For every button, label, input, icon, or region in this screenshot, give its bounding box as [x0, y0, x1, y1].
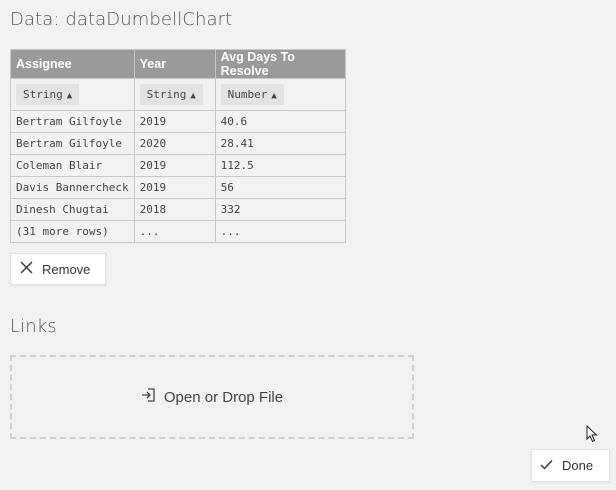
column-header-avg-days: Avg Days To Resolve — [214, 49, 346, 79]
type-select-label: String — [146, 88, 187, 101]
done-button[interactable]: Done — [531, 449, 610, 482]
table-cell: (31 more rows) — [10, 220, 135, 243]
table-row: Coleman Blair 2019 112.5 — [10, 154, 346, 177]
table-cell: 2019 — [133, 154, 216, 177]
mouse-pointer-icon — [586, 424, 598, 443]
type-select-assignee[interactable]: String ▲︎ — [16, 84, 80, 105]
table-cell: 56 — [214, 176, 346, 199]
table-cell: 332 — [214, 198, 346, 221]
table-cell: 112.5 — [214, 154, 346, 177]
data-preview-table: Assignee Year Avg Days To Resolve String… — [10, 49, 346, 243]
type-select-avg-days[interactable]: Number ▲︎ — [220, 84, 284, 105]
table-row: Bertram Gilfoyle 2019 40.6 — [10, 110, 346, 133]
sort-caret-icon: ▲︎ — [190, 91, 196, 101]
table-cell: Bertram Gilfoyle — [10, 110, 135, 133]
sort-caret-icon: ▲︎ — [271, 91, 277, 101]
table-cell: 40.6 — [214, 110, 346, 133]
table-cell: 2020 — [133, 132, 216, 155]
open-or-drop-file-zone[interactable]: Open or Drop File — [10, 355, 414, 439]
table-cell: 2019 — [133, 176, 216, 199]
type-select-label: Number — [227, 88, 268, 101]
done-button-label: Done — [562, 458, 594, 473]
close-icon — [20, 261, 33, 278]
table-cell: 2019 — [133, 110, 216, 133]
type-cell: String ▲︎ — [10, 78, 135, 111]
data-section-title: Data: dataDumbellChart — [10, 9, 233, 30]
table-cell: ... — [133, 220, 216, 243]
remove-button[interactable]: Remove — [10, 253, 106, 285]
table-cell: 2018 — [133, 198, 216, 221]
table-cell: 28.41 — [214, 132, 346, 155]
table-cell: ... — [214, 220, 346, 243]
table-row: Dinesh Chugtai 2018 332 — [10, 198, 346, 221]
type-select-year[interactable]: String ▲︎ — [139, 84, 203, 105]
column-type-row: String ▲︎ String ▲︎ Number ▲︎ — [10, 78, 346, 111]
table-cell: Davis Bannercheck — [10, 176, 135, 199]
remove-button-label: Remove — [42, 261, 91, 277]
type-cell: String ▲︎ — [133, 78, 216, 111]
table-cell: Coleman Blair — [10, 154, 135, 177]
type-cell: Number ▲︎ — [214, 78, 346, 111]
table-row: Davis Bannercheck 2019 56 — [10, 176, 346, 199]
column-header-year: Year — [133, 49, 216, 79]
column-header-assignee: Assignee — [10, 49, 135, 79]
open-file-icon — [141, 388, 156, 406]
table-row: Bertram Gilfoyle 2020 28.41 — [10, 132, 346, 155]
table-row-more: (31 more rows) ... ... — [10, 220, 346, 243]
table-cell: Dinesh Chugtai — [10, 198, 135, 221]
sort-caret-icon: ▲︎ — [66, 91, 73, 101]
links-section-title: Links — [10, 316, 57, 337]
check-icon — [540, 458, 553, 473]
dropzone-label: Open or Drop File — [163, 388, 284, 406]
type-select-label: String — [23, 88, 63, 101]
table-header-row: Assignee Year Avg Days To Resolve — [10, 49, 346, 79]
table-cell: Bertram Gilfoyle — [10, 132, 135, 155]
